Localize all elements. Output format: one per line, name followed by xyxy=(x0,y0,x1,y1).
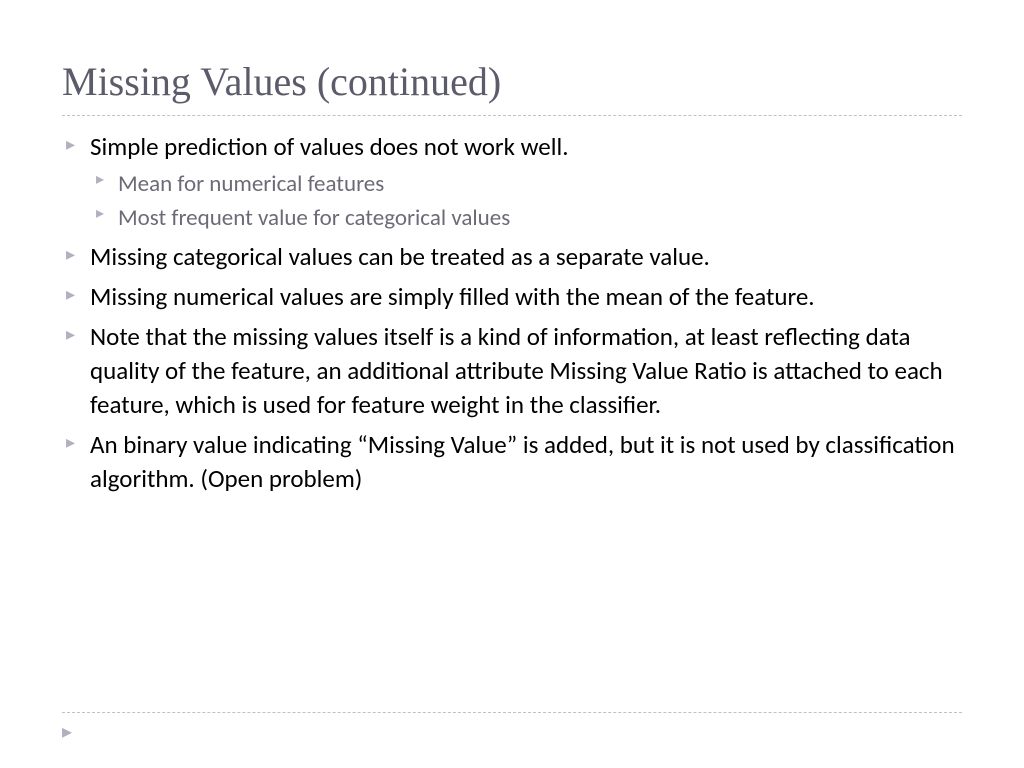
bullet-text: Simple prediction of values does not wor… xyxy=(90,131,569,162)
main-bullet-list: Simple prediction of values does not wor… xyxy=(62,130,962,496)
bullet-item: Note that the missing values itself is a… xyxy=(62,320,962,422)
sub-bullet-item: Most frequent value for categorical valu… xyxy=(90,202,962,234)
sub-bullet-item: Mean for numerical features xyxy=(90,168,962,200)
title-divider xyxy=(62,115,962,116)
bullet-item: Missing numerical values are simply fill… xyxy=(62,280,962,314)
sub-bullet-list: Mean for numerical features Most frequen… xyxy=(90,168,962,234)
bullet-item: Missing categorical values can be treate… xyxy=(62,240,962,274)
bullet-item: An binary value indicating “Missing Valu… xyxy=(62,428,962,496)
bullet-item: Simple prediction of values does not wor… xyxy=(62,130,962,234)
slide-title: Missing Values (continued) xyxy=(62,58,962,105)
bottom-divider xyxy=(62,712,962,713)
slide-nav-icon: ▸ xyxy=(62,719,72,744)
